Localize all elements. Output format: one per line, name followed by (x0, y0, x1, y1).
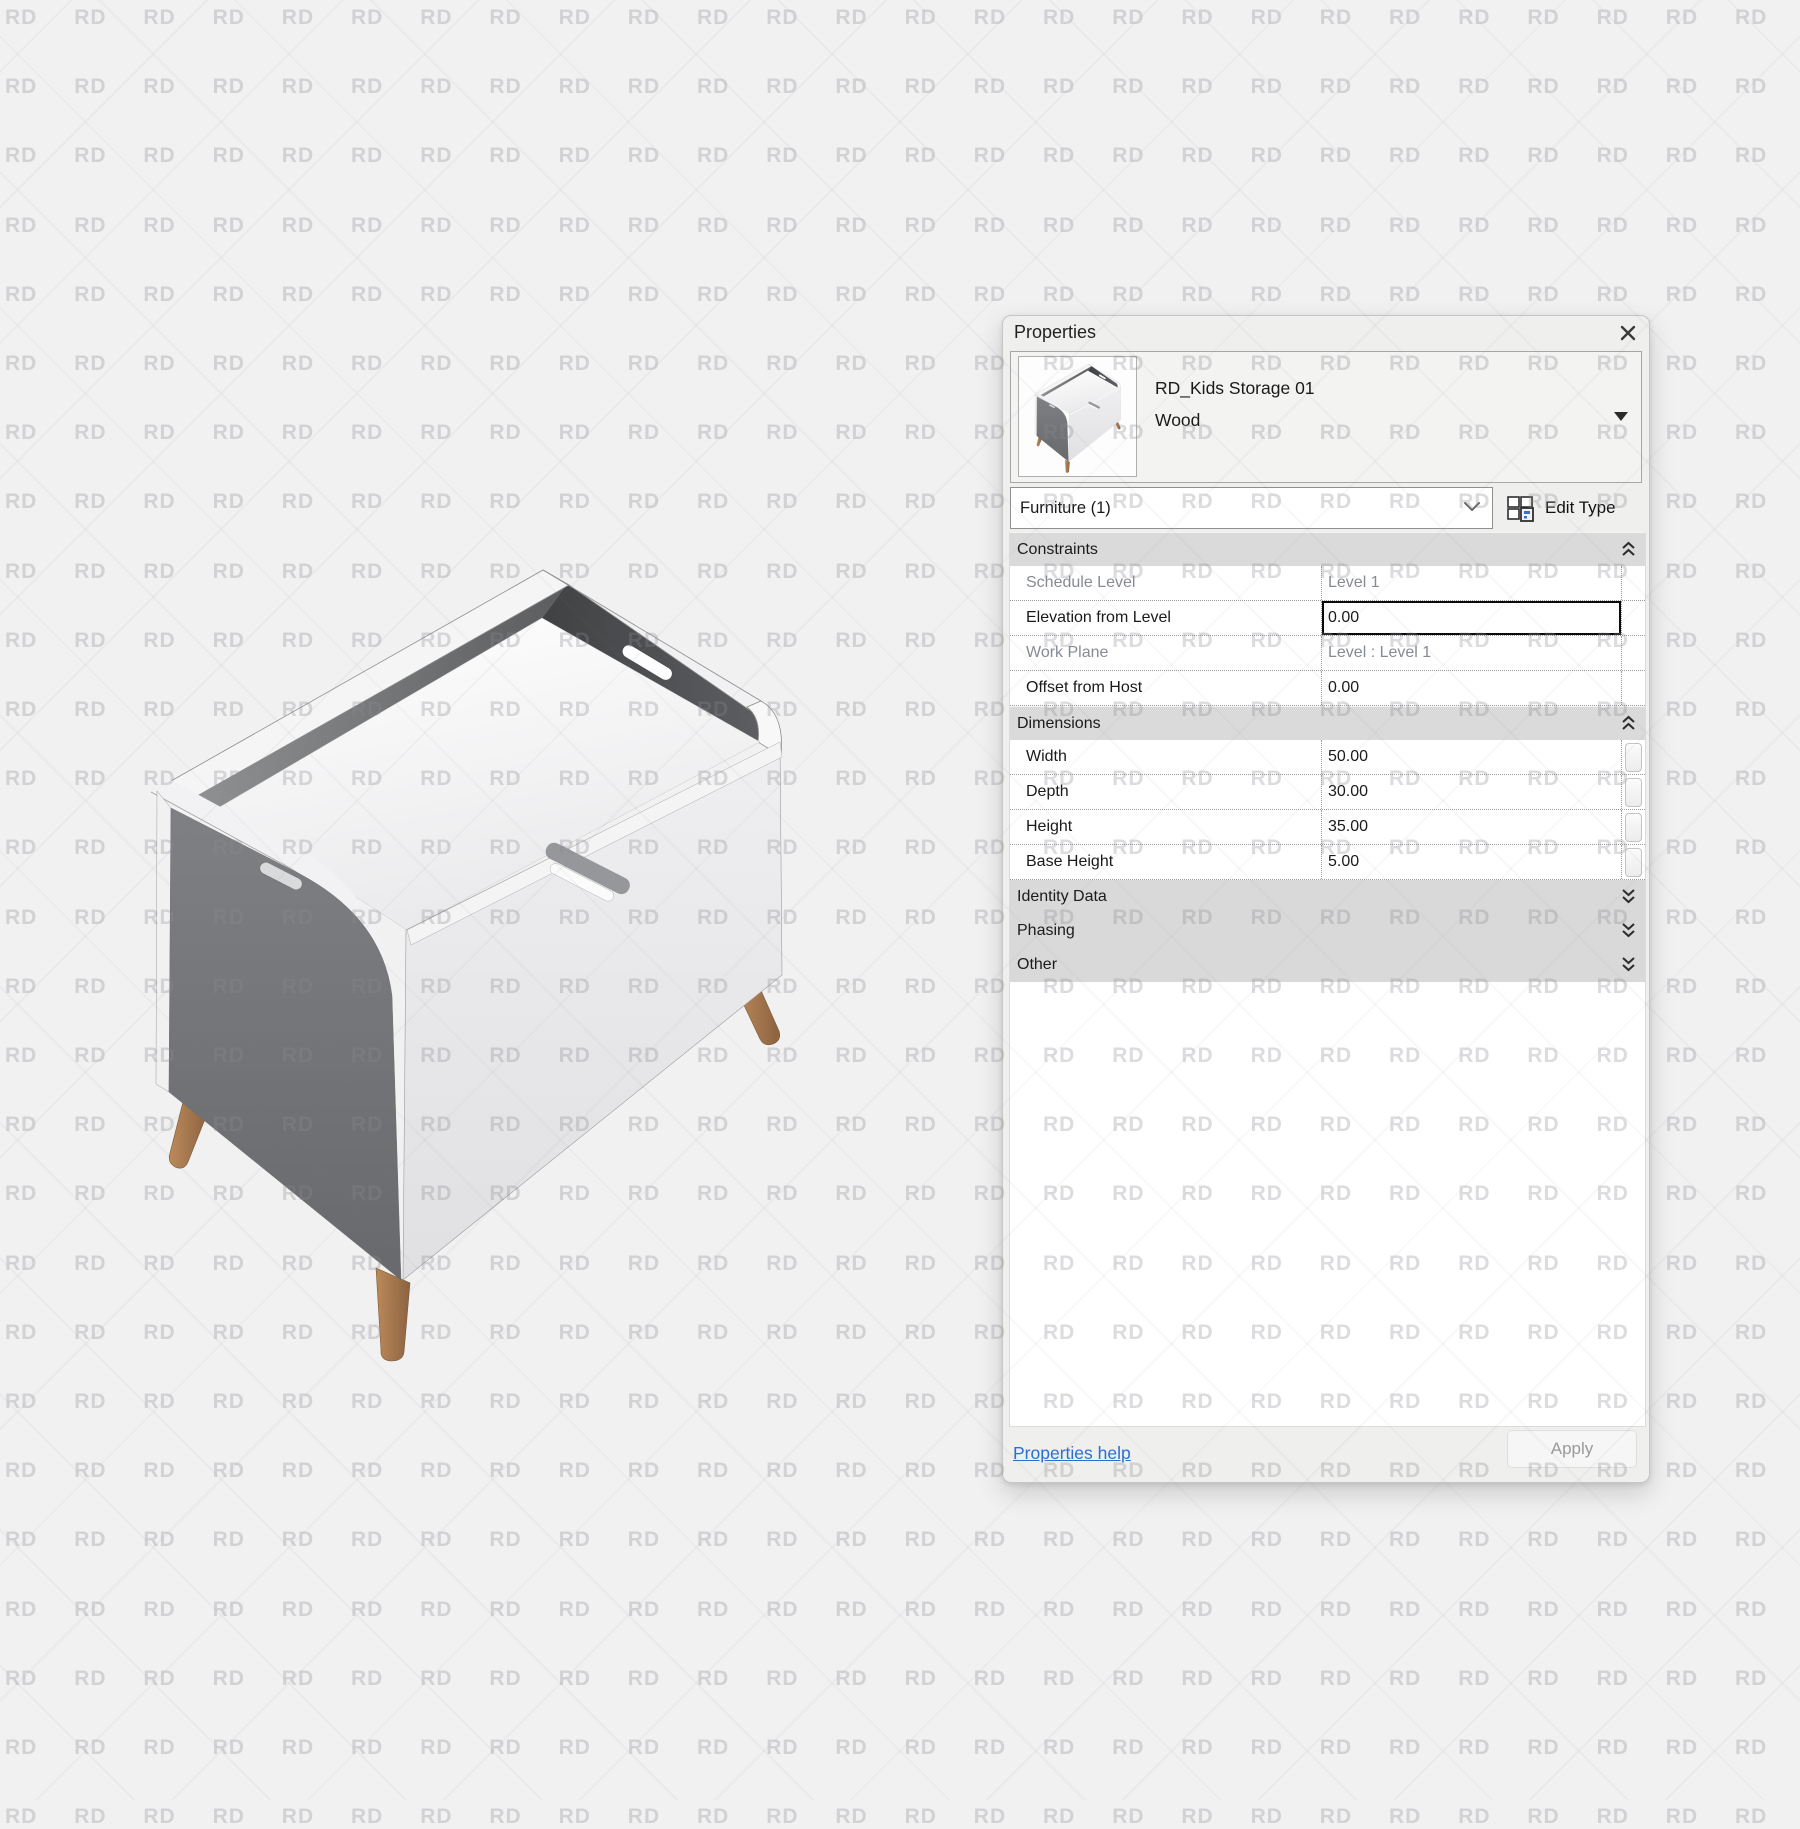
property-row: Depth 30.00 (1010, 775, 1645, 810)
associate-parameter-button[interactable] (1625, 847, 1642, 877)
property-grid: Constraints Schedule Level Level 1 Eleva… (1009, 532, 1646, 1427)
property-value-input[interactable]: 5.00 (1321, 845, 1621, 879)
section-title: Constraints (1017, 540, 1098, 558)
panel-title-bar: Properties (1003, 316, 1649, 351)
expand-chevron-icon (1621, 888, 1636, 905)
property-row: Offset from Host 0.00 (1010, 671, 1645, 706)
associate-parameter-button[interactable] (1625, 777, 1642, 807)
section-header-identity-data[interactable]: Identity Data (1010, 880, 1645, 914)
type-dropdown-caret-icon[interactable] (1614, 412, 1628, 421)
panel-footer: Properties help Apply (1003, 1427, 1649, 1482)
property-row: Schedule Level Level 1 (1010, 566, 1645, 601)
properties-help-link[interactable]: Properties help (1013, 1443, 1131, 1464)
row-strip (1621, 775, 1645, 809)
property-value-input[interactable]: 35.00 (1321, 810, 1621, 844)
property-row: Width 50.00 (1010, 740, 1645, 775)
kids-storage-bench-image (130, 540, 810, 1370)
property-label: Depth (1026, 783, 1069, 800)
property-label: Elevation from Level (1026, 609, 1171, 626)
close-button[interactable] (1618, 322, 1640, 344)
property-value-input[interactable]: 50.00 (1321, 740, 1621, 774)
row-strip (1621, 636, 1645, 670)
collapse-chevron-icon (1621, 715, 1636, 732)
property-label: Width (1026, 748, 1067, 765)
property-value-input[interactable]: 0.00 (1321, 671, 1621, 705)
type-selector[interactable]: RD_Kids Storage 01 Wood (1010, 351, 1642, 483)
row-strip (1621, 566, 1645, 600)
property-value-input[interactable]: 0.00 (1321, 601, 1621, 635)
property-value: Level : Level 1 (1321, 636, 1621, 670)
row-strip (1621, 845, 1645, 879)
type-name: Wood (1155, 410, 1201, 430)
row-strip (1621, 810, 1645, 844)
type-thumbnail (1018, 356, 1137, 477)
edit-type-button[interactable]: Edit Type (1506, 495, 1616, 522)
section-header-phasing[interactable]: Phasing (1010, 914, 1645, 948)
selector-row: Furniture (1) Edit Type (1010, 487, 1643, 529)
section-title: Dimensions (1017, 714, 1101, 732)
property-row: Work Plane Level : Level 1 (1010, 636, 1645, 671)
close-icon (1618, 323, 1640, 343)
property-label: Work Plane (1026, 644, 1109, 661)
properties-panel: Properties RD_Kids Storage 01 Wood Furni… (1002, 315, 1650, 1483)
property-label: Schedule Level (1026, 574, 1136, 591)
collapse-chevron-icon (1621, 541, 1636, 558)
collapsed-sections: Identity Data Phasing Other (1010, 880, 1645, 982)
property-row: Elevation from Level 0.00 (1010, 601, 1645, 636)
section-title: Identity Data (1017, 888, 1107, 905)
section-header-other[interactable]: Other (1010, 948, 1645, 982)
section-header-dimensions[interactable]: Dimensions (1010, 706, 1645, 740)
expand-chevron-icon (1621, 922, 1636, 939)
property-label: Height (1026, 818, 1073, 835)
section-title: Phasing (1017, 922, 1075, 939)
category-label: Furniture (1) (1020, 498, 1111, 517)
property-label: Offset from Host (1026, 679, 1143, 696)
category-combobox[interactable]: Furniture (1) (1010, 487, 1493, 529)
property-label: Base Height (1026, 853, 1114, 870)
property-value-input[interactable]: 30.00 (1321, 775, 1621, 809)
type-thumbnail-image (1030, 360, 1126, 474)
section-title: Other (1017, 956, 1058, 973)
furniture-3d-view (130, 540, 810, 1370)
edit-type-label: Edit Type (1545, 498, 1616, 517)
property-value: Level 1 (1321, 566, 1621, 600)
chevron-down-icon (1462, 500, 1482, 514)
row-strip (1621, 671, 1645, 705)
property-row: Height 35.00 (1010, 810, 1645, 845)
associate-parameter-button[interactable] (1625, 742, 1642, 772)
edit-type-icon (1506, 495, 1536, 522)
family-name: RD_Kids Storage 01 (1155, 378, 1315, 398)
section-header-constraints[interactable]: Constraints (1010, 532, 1645, 566)
row-strip (1621, 740, 1645, 774)
panel-title: Properties (1014, 322, 1097, 342)
row-strip (1621, 601, 1645, 635)
apply-button[interactable]: Apply (1507, 1430, 1637, 1468)
associate-parameter-button[interactable] (1625, 812, 1642, 842)
expand-chevron-icon (1621, 956, 1636, 973)
property-row: Base Height 5.00 (1010, 845, 1645, 880)
